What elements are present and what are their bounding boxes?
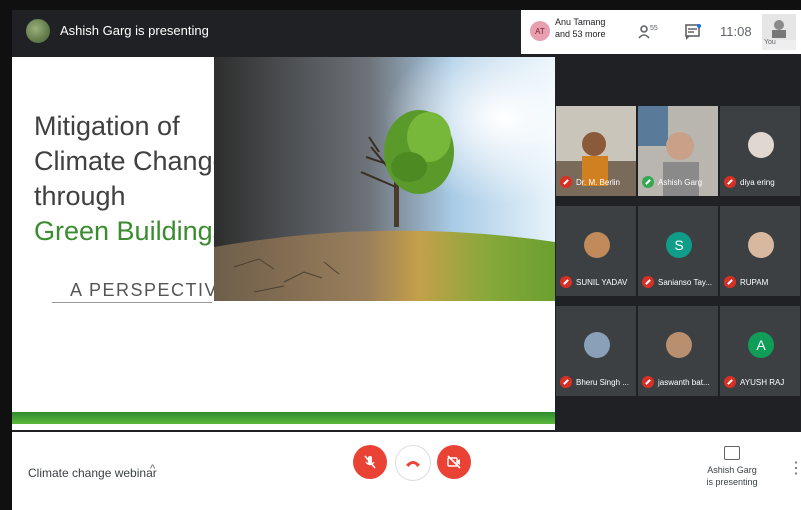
slide-footer-band [12, 412, 555, 424]
slide-title-line1: Mitigation of [34, 111, 180, 141]
participant-name: Dr. M. Berlin [576, 178, 621, 187]
presenting-line2: is presenting [706, 477, 758, 487]
participant-tile[interactable]: SUNIL YADAV [556, 206, 636, 296]
participant-avatar: A [748, 332, 774, 358]
camera-off-icon [447, 455, 461, 469]
slide-title-line3: through [34, 181, 126, 211]
mic-muted-icon [560, 176, 572, 188]
participants-line2: and 53 more [555, 29, 606, 39]
hang-up-icon [406, 461, 420, 467]
participant-avatar: S [666, 232, 692, 258]
mic-muted-icon [642, 276, 654, 288]
participant-name: AYUSH RAJ [740, 378, 785, 387]
slide-title-green: Green Buildings [34, 216, 227, 246]
self-view-image [762, 14, 796, 40]
presentation-slide: Mitigation of Climate Change through Gre… [12, 57, 555, 430]
participants-line1: Anu Tamang [555, 17, 606, 27]
participant-name: Bheru Singh ... [576, 378, 629, 387]
subtitle-divider [52, 302, 212, 303]
camera-toggle-button[interactable] [437, 445, 471, 479]
participant-avatar [584, 332, 610, 358]
participant-avatar [748, 232, 774, 258]
bottom-bar: Climate change webinar ^ Ashish Garg is … [12, 432, 801, 510]
participants-summary[interactable]: Anu Tamang and 53 more [555, 16, 606, 40]
slide-title-line2: Climate Change [34, 146, 228, 176]
participant-name: RUPAM [740, 278, 769, 287]
mic-off-icon [364, 455, 376, 469]
participant-avatar [748, 132, 774, 158]
participant-tile[interactable]: RUPAM [720, 206, 800, 296]
more-options-icon[interactable]: ⋮ [788, 458, 801, 478]
participant-name: Sanianso Tay... [658, 278, 712, 287]
participant-name: Ashish Garg [658, 178, 703, 187]
chat-icon[interactable] [683, 22, 703, 42]
participant-tile[interactable]: Dr. M. Berlin [556, 106, 636, 196]
participant-tile[interactable]: A AYUSH RAJ [720, 306, 800, 396]
slide-subtitle: A PERSPECTIVE [70, 280, 232, 300]
participant-name: SUNIL YADAV [576, 278, 628, 287]
participants-grid: Dr. M. Berlin Ashish Garg diya ering SUN… [556, 106, 801, 406]
presenting-status[interactable]: Ashish Garg is presenting [702, 464, 762, 488]
participant-tile[interactable]: diya ering [720, 106, 800, 196]
presenter-status: Ashish Garg is presenting [60, 23, 209, 38]
participant-name: diya ering [740, 178, 775, 187]
top-bar: Ashish Garg is presenting AT Anu Tamang … [12, 10, 801, 54]
participant-avatar [584, 232, 610, 258]
clock: 11:08 [720, 24, 752, 39]
present-screen-icon[interactable] [724, 446, 740, 460]
mic-muted-icon [560, 276, 572, 288]
presenting-line1: Ashish Garg [707, 465, 757, 475]
meet-window: Ashish Garg is presenting AT Anu Tamang … [12, 10, 801, 510]
mic-muted-icon [724, 376, 736, 388]
participant-tile[interactable]: S Sanianso Tay... [638, 206, 718, 296]
participant-tile[interactable]: Bheru Singh ... [556, 306, 636, 396]
mic-muted-icon [724, 176, 736, 188]
mic-toggle-button[interactable] [353, 445, 387, 479]
self-label: You [764, 39, 776, 46]
participant-tile[interactable]: jaswanth bat... [638, 306, 718, 396]
speaking-icon [642, 176, 654, 188]
mic-muted-icon [560, 376, 572, 388]
mic-muted-icon [724, 276, 736, 288]
participant-tile[interactable]: Ashish Garg [638, 106, 718, 196]
people-icon[interactable]: 55 [638, 22, 664, 42]
participant-name: jaswanth bat... [658, 378, 710, 387]
slide-title: Mitigation of Climate Change through Gre… [34, 109, 228, 249]
participant-avatar: AT [530, 21, 550, 41]
participant-avatar [666, 332, 692, 358]
meeting-name[interactable]: Climate change webinar [28, 466, 157, 480]
presenter-avatar [26, 19, 50, 43]
climate-tree-image [214, 57, 555, 301]
mic-muted-icon [642, 376, 654, 388]
chevron-up-icon[interactable]: ^ [150, 463, 155, 475]
end-call-button[interactable] [395, 445, 431, 481]
participant-count: 55 [650, 25, 658, 32]
